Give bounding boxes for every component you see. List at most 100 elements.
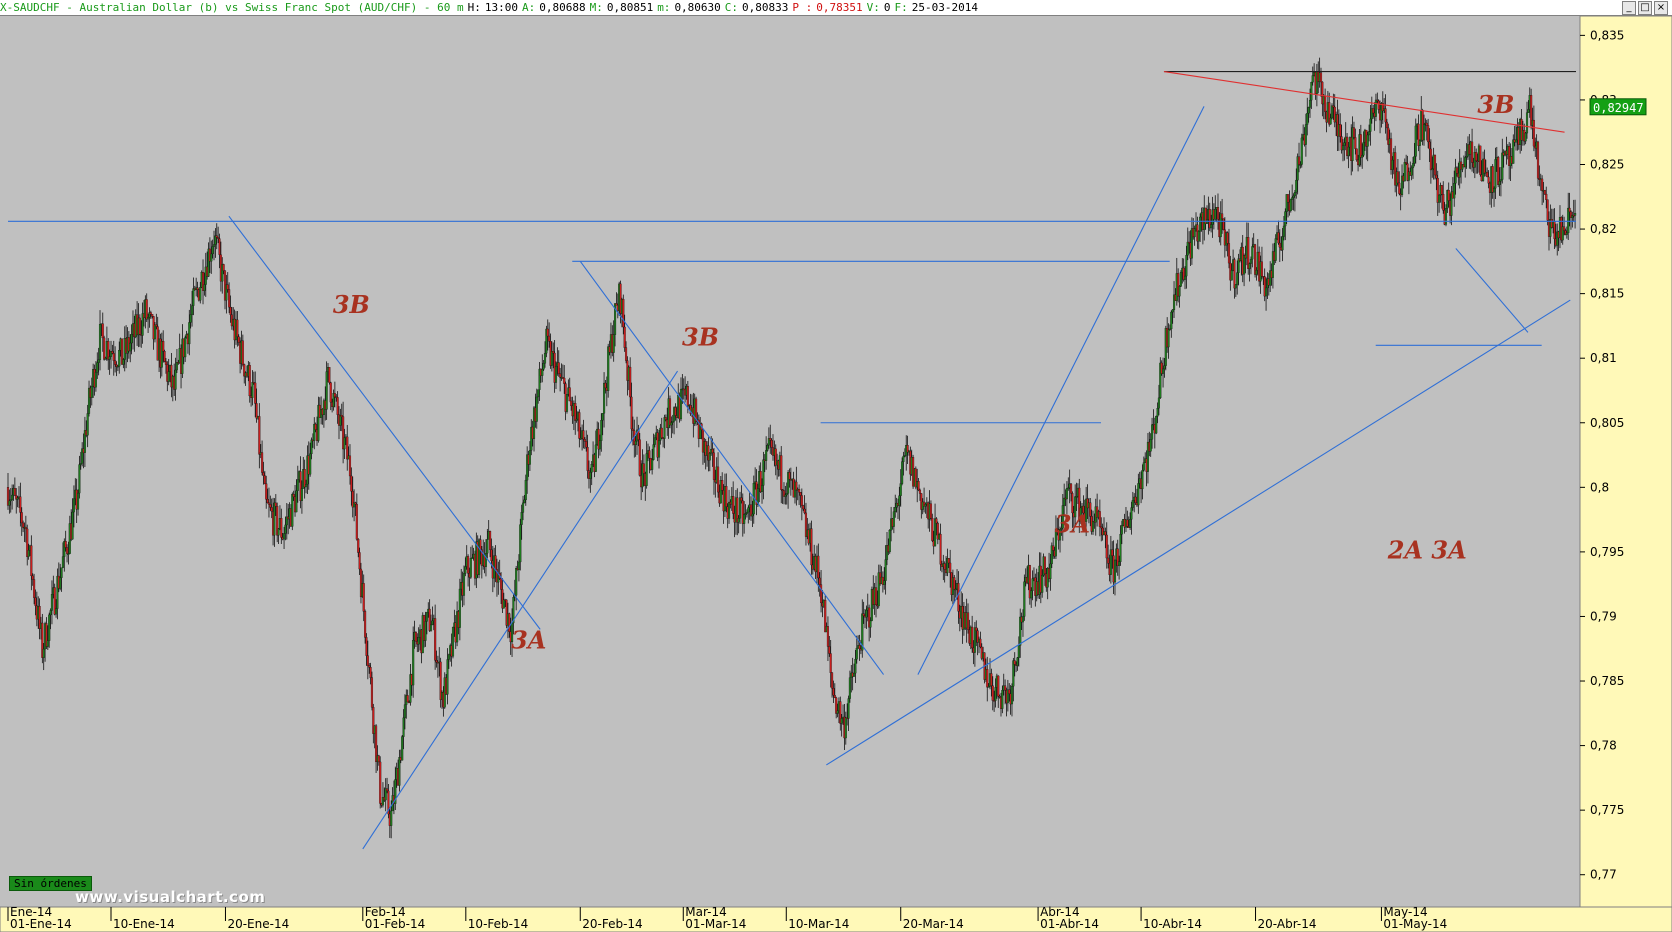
candle-body	[1565, 232, 1568, 235]
candle-body	[431, 620, 434, 626]
candle-body	[630, 396, 633, 430]
candle-body	[283, 533, 286, 540]
candle-body	[11, 494, 14, 500]
candle-body	[163, 351, 166, 362]
candle-body	[994, 687, 997, 701]
candle-body	[1292, 195, 1295, 198]
candle-body	[1483, 158, 1486, 174]
candle-body	[494, 555, 497, 570]
chart-window: X-SAUDCHF - Australian Dollar (b) vs Swi…	[0, 0, 1672, 932]
candle-body	[612, 334, 615, 353]
candle-body	[820, 584, 823, 604]
candle-body	[1435, 174, 1438, 179]
candle-body	[1171, 309, 1174, 313]
candle-body	[31, 575, 34, 580]
candle-body	[1310, 82, 1313, 101]
candle-body	[267, 502, 271, 505]
candle-body	[79, 463, 82, 465]
candle-body	[865, 609, 868, 618]
candle-body	[1433, 154, 1437, 176]
price-chart[interactable]: 3B 3A 3B 3A 3B 2A 3A 0,77 0,775 0,78 0,785 0,79 0,7…	[0, 16, 1672, 932]
candle-body	[1427, 125, 1430, 143]
candle-body	[1455, 167, 1459, 174]
maximize-button[interactable]: □	[1638, 1, 1652, 15]
candle-body	[1149, 439, 1152, 452]
candle-body	[262, 472, 265, 476]
candle-body	[1251, 246, 1254, 260]
candle-body	[398, 757, 401, 786]
candle-body	[598, 440, 601, 450]
candle-body	[737, 518, 740, 523]
candle-body	[50, 594, 53, 611]
candle-body	[1226, 232, 1229, 244]
candle-body	[13, 488, 16, 496]
price-tick-label: 0,79	[1590, 609, 1617, 623]
candle-body	[854, 658, 857, 674]
candle-body	[1307, 107, 1310, 114]
candle-body	[462, 573, 466, 596]
minimize-button[interactable]: _	[1622, 1, 1636, 15]
window-title-bar: X-SAUDCHF - Australian Dollar (b) vs Swi…	[0, 0, 1672, 16]
candle-body	[517, 561, 520, 571]
candle-body	[543, 352, 547, 364]
candle-body	[190, 305, 194, 315]
price-tick-label: 0,775	[1590, 803, 1624, 817]
candle-body	[1234, 284, 1237, 289]
candle-body	[1030, 590, 1033, 599]
candle-body	[586, 447, 589, 471]
candle-body	[500, 578, 503, 590]
candle-body	[1339, 124, 1342, 137]
candle-body	[1155, 416, 1158, 434]
candle-body	[939, 533, 942, 565]
candle-body	[108, 356, 111, 360]
candle-body	[831, 672, 834, 689]
candle-body	[164, 361, 167, 365]
candle-body	[1265, 287, 1268, 297]
candle-body	[86, 413, 89, 436]
candle-body	[883, 580, 886, 585]
candle-body	[664, 417, 667, 420]
candle-body	[30, 545, 33, 577]
candle-body	[1104, 531, 1107, 536]
candle-body	[162, 341, 165, 352]
candle-body	[799, 492, 802, 496]
candle-body	[732, 496, 735, 514]
candle-body	[9, 499, 12, 502]
candle-body	[401, 736, 404, 761]
candle-body	[844, 717, 847, 739]
candle-body	[218, 238, 221, 255]
candle-body	[1008, 689, 1011, 694]
candle-body	[469, 558, 472, 578]
candle-body	[255, 403, 258, 419]
candle-body	[215, 235, 218, 238]
candle-body	[258, 416, 261, 455]
candle-body	[1031, 578, 1034, 591]
candle-body	[798, 489, 801, 493]
candle-body	[848, 677, 851, 699]
candle-body	[184, 337, 187, 358]
candle-body	[1369, 118, 1372, 132]
candle-body	[55, 608, 58, 615]
candle-body	[784, 494, 787, 497]
candle-body	[1193, 228, 1196, 238]
candle-body	[975, 627, 978, 631]
candle-body	[537, 389, 540, 398]
candle-body	[607, 346, 610, 391]
candle-body	[1167, 329, 1170, 348]
candle-body	[671, 421, 674, 423]
wave-annotation: 3B	[682, 322, 719, 351]
candle-body	[129, 342, 132, 352]
time-tick-label: 20-Ene-14	[227, 917, 289, 931]
candle-body	[1227, 243, 1231, 264]
candle-body	[1396, 171, 1399, 184]
candle-body	[155, 324, 158, 327]
candle-body	[674, 407, 677, 416]
candle-body	[76, 492, 80, 510]
close-button[interactable]: ×	[1654, 1, 1668, 15]
candle-body	[33, 579, 36, 598]
candle-body	[892, 511, 895, 527]
candle-body	[314, 423, 317, 430]
time-tick-label: 01-Ene-14	[10, 917, 72, 931]
candle-body	[979, 638, 982, 648]
candle-body	[929, 503, 932, 519]
